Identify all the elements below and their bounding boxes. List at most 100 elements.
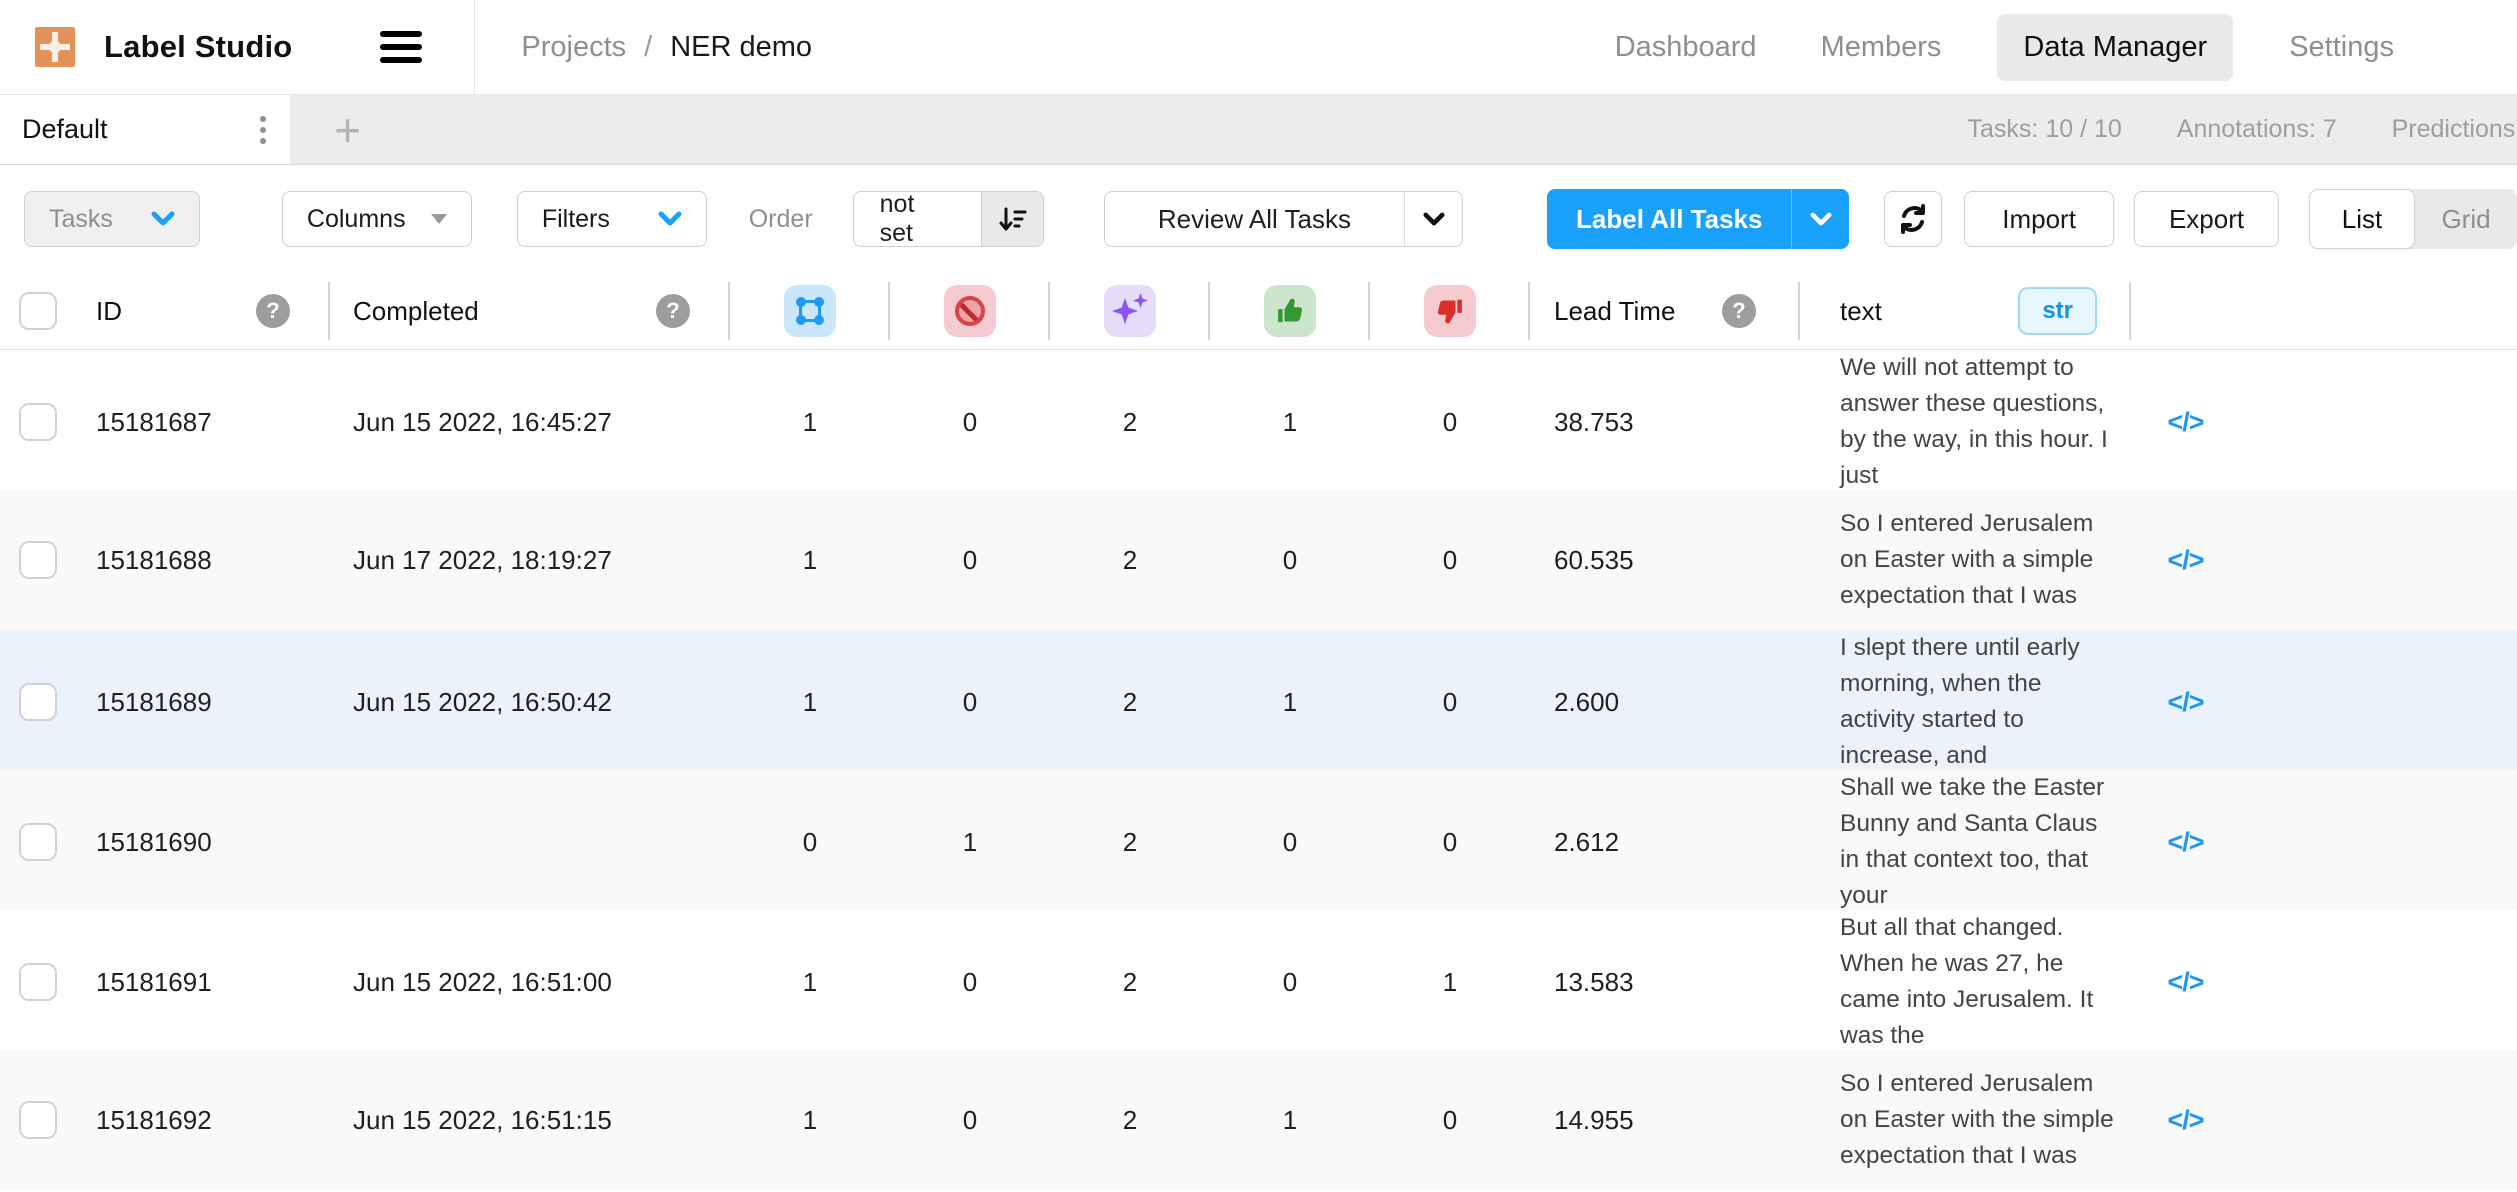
- hamburger-menu-icon[interactable]: [380, 31, 422, 63]
- label-all-tasks-button[interactable]: Label All Tasks: [1547, 189, 1849, 249]
- task-id: 15181688: [96, 545, 212, 576]
- refresh-icon: [1896, 202, 1930, 236]
- tab-strip: Default + Tasks: 10 / 10 Annotations: 7 …: [0, 95, 2517, 165]
- cancelled-count: 0: [963, 545, 977, 576]
- label-dropdown-toggle[interactable]: [1791, 189, 1849, 249]
- rejected-count: 0: [1443, 545, 1457, 576]
- lead-time-value: 2.612: [1554, 827, 1619, 858]
- column-header-cancelled[interactable]: [890, 273, 1050, 349]
- label-studio-logo-icon: [30, 22, 80, 72]
- filters-dropdown-button[interactable]: Filters: [517, 191, 707, 247]
- breadcrumb: Projects / NER demo: [521, 31, 812, 64]
- select-all-checkbox[interactable]: [19, 292, 57, 330]
- view-toggle-list[interactable]: List: [2309, 189, 2415, 249]
- header-divider: [474, 0, 475, 95]
- columns-dropdown-button[interactable]: Columns: [282, 191, 472, 247]
- sort-direction-button[interactable]: [981, 192, 1043, 246]
- predictions-count: 2: [1123, 687, 1137, 718]
- source-code-icon[interactable]: </>: [2167, 687, 2203, 718]
- cancelled-annotations-icon: [944, 285, 996, 337]
- table-row[interactable]: 15181689 Jun 15 2022, 16:50:42 1 0 2 1 0…: [0, 630, 2517, 770]
- task-stats: Tasks: 10 / 10 Annotations: 7 Prediction…: [1968, 95, 2517, 164]
- toolbar: Tasks Columns Filters Order not set Revi…: [0, 165, 2517, 273]
- order-value[interactable]: not set: [854, 192, 981, 246]
- cancelled-count: 0: [963, 967, 977, 998]
- tab-default[interactable]: Default: [0, 95, 290, 164]
- table-row[interactable]: 15181691 Jun 15 2022, 16:51:00 1 0 2 0 1…: [0, 910, 2517, 1050]
- column-header-id[interactable]: ID: [96, 296, 122, 327]
- nav-settings[interactable]: Settings: [2281, 14, 2402, 81]
- source-code-icon[interactable]: </>: [2167, 1105, 2203, 1136]
- thumbs-down-icon: [1424, 285, 1476, 337]
- task-text-preview: We will not attempt to answer these ques…: [1840, 350, 2123, 494]
- export-button[interactable]: Export: [2134, 191, 2279, 247]
- table-row[interactable]: 15181687 Jun 15 2022, 16:45:27 1 0 2 1 0…: [0, 350, 2517, 490]
- main-nav: Dashboard Members Data Manager Settings: [1607, 14, 2517, 81]
- order-button[interactable]: not set: [853, 191, 1044, 247]
- breadcrumb-current-project: NER demo: [670, 31, 812, 64]
- columns-dropdown-label: Columns: [307, 205, 406, 234]
- view-toggle-grid[interactable]: Grid: [2415, 189, 2517, 249]
- filters-dropdown-label: Filters: [542, 205, 610, 234]
- export-label: Export: [2169, 204, 2244, 235]
- row-checkbox[interactable]: [19, 1101, 57, 1139]
- breadcrumb-separator: /: [644, 31, 652, 64]
- lead-time-value: 38.753: [1554, 407, 1634, 438]
- task-text-preview: So I entered Jerusalem on Easter with th…: [1840, 1066, 2123, 1174]
- table-row[interactable]: 15181690 0 1 2 0 0 2.612 Shall we take t…: [0, 770, 2517, 910]
- accepted-count: 1: [1283, 687, 1297, 718]
- review-dropdown-toggle[interactable]: [1404, 192, 1462, 246]
- column-header-lead-time[interactable]: Lead Time: [1554, 296, 1675, 327]
- view-toggle: List Grid: [2309, 189, 2517, 249]
- column-header-annotations[interactable]: [730, 273, 890, 349]
- source-code-icon[interactable]: </>: [2167, 407, 2203, 438]
- stat-annotations: Annotations: 7: [2177, 115, 2337, 144]
- row-checkbox[interactable]: [19, 963, 57, 1001]
- row-checkbox[interactable]: [19, 403, 57, 441]
- source-code-icon[interactable]: </>: [2167, 967, 2203, 998]
- cancelled-count: 0: [963, 407, 977, 438]
- task-id: 15181687: [96, 407, 212, 438]
- review-all-tasks-label: Review All Tasks: [1105, 192, 1405, 246]
- import-label: Import: [2002, 204, 2076, 235]
- completed-date: Jun 15 2022, 16:51:00: [353, 967, 612, 998]
- import-button[interactable]: Import: [1964, 191, 2114, 247]
- column-header-rejected[interactable]: [1370, 273, 1530, 349]
- row-checkbox[interactable]: [19, 541, 57, 579]
- top-header: Label Studio Projects / NER demo Dashboa…: [0, 0, 2517, 95]
- accepted-count: 1: [1283, 407, 1297, 438]
- cancelled-count: 1: [963, 827, 977, 858]
- chevron-down-icon: [1810, 212, 1832, 227]
- nav-members[interactable]: Members: [1813, 14, 1950, 81]
- tasks-dropdown-button[interactable]: Tasks: [24, 191, 200, 247]
- column-header-accepted[interactable]: [1210, 273, 1370, 349]
- add-tab-button[interactable]: +: [290, 95, 405, 164]
- cancelled-count: 0: [963, 1105, 977, 1136]
- accepted-count: 1: [1283, 1105, 1297, 1136]
- source-code-icon[interactable]: </>: [2167, 827, 2203, 858]
- row-checkbox[interactable]: [19, 823, 57, 861]
- source-code-icon[interactable]: </>: [2167, 545, 2203, 576]
- nav-dashboard[interactable]: Dashboard: [1607, 14, 1765, 81]
- order-label: Order: [749, 205, 813, 234]
- accepted-count: 0: [1283, 545, 1297, 576]
- row-checkbox[interactable]: [19, 683, 57, 721]
- predictions-sparkles-icon: [1104, 285, 1156, 337]
- breadcrumb-projects[interactable]: Projects: [521, 31, 626, 64]
- help-icon: [656, 294, 690, 328]
- tab-options-kebab-icon[interactable]: [254, 110, 272, 150]
- annotations-count: 0: [803, 827, 817, 858]
- table-row[interactable]: 15181688 Jun 17 2022, 18:19:27 1 0 2 0 0…: [0, 490, 2517, 630]
- review-all-tasks-button[interactable]: Review All Tasks: [1104, 191, 1464, 247]
- nav-data-manager[interactable]: Data Manager: [1997, 14, 2233, 81]
- refresh-button[interactable]: [1884, 191, 1942, 247]
- column-header-text[interactable]: text: [1840, 296, 1882, 327]
- lead-time-value: 13.583: [1554, 967, 1634, 998]
- annotations-count: 1: [803, 967, 817, 998]
- rejected-count: 1: [1443, 967, 1457, 998]
- column-header-completed[interactable]: Completed: [353, 296, 479, 327]
- table-row[interactable]: 15181692 Jun 15 2022, 16:51:15 1 0 2 1 0…: [0, 1050, 2517, 1190]
- cancelled-count: 0: [963, 687, 977, 718]
- annotations-count-icon: [784, 285, 836, 337]
- column-header-predictions[interactable]: [1050, 273, 1210, 349]
